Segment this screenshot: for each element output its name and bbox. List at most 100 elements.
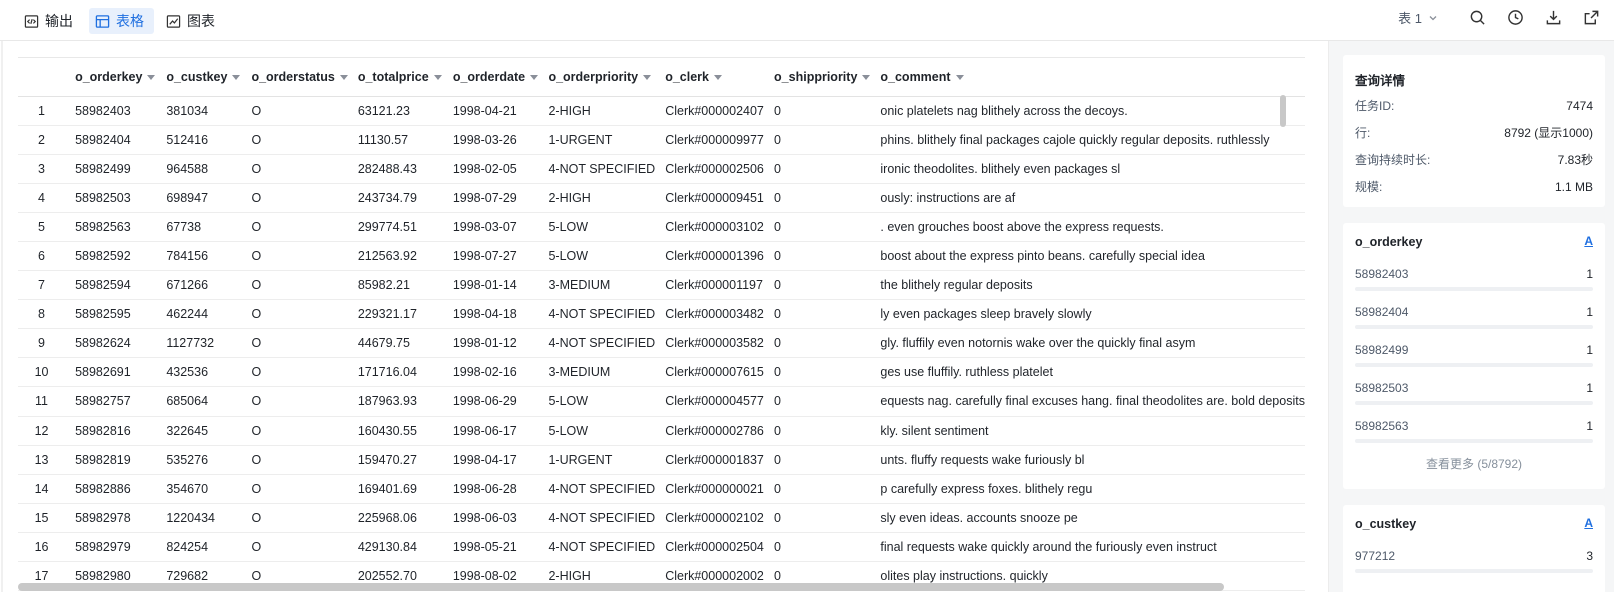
cell-o_orderdate: 1998-06-29 (442, 386, 539, 417)
cell-o_orderstatus: O (241, 183, 348, 213)
value-label: 58982403 (1355, 267, 1409, 281)
horizontal-scrollbar[interactable] (18, 583, 1224, 591)
cell-o_comment: unts. fluffy requests wake furiously bl (870, 445, 1305, 475)
table-row[interactable]: 8 58982595 462244 O 229321.17 1998-04-18 4-NOT… (18, 299, 1305, 330)
cell-o_orderkey: 58982978 (65, 503, 157, 533)
table-row[interactable]: 3 58982499 964588 O 282488.43 1998-02-05 4-NOT… (18, 154, 1305, 184)
table-row[interactable]: 11 58982757 685064 O 187963.93 1998-06-29 5-LO… (18, 386, 1305, 417)
cell-o_shippriority: 0 (764, 445, 871, 475)
sort-dropdown-icon[interactable] (433, 74, 442, 80)
cell-o_orderkey: 58982563 (65, 212, 157, 242)
value-frequency-row[interactable]: 58982503 1 (1343, 373, 1605, 411)
table-row[interactable]: 16 58982979 824254 O 429130.84 1998-05-21 4-NO… (18, 532, 1305, 563)
value-frequency-row[interactable]: 58982499 1 (1343, 335, 1605, 373)
cell-o_comment: onic platelets nag blithely across the d… (870, 96, 1305, 126)
sort-dropdown-icon[interactable] (339, 74, 348, 80)
cell-o_shippriority: 0 (764, 328, 871, 359)
table-row[interactable]: 12 58982816 322645 O 160430.55 1998-06-17 5-LO… (18, 416, 1305, 446)
column-stats-title: o_custkey (1355, 517, 1417, 531)
table-row[interactable]: 4 58982503 698947 O 243734.79 1998-07-29 2-HIG… (18, 183, 1305, 213)
column-header-o_comment[interactable]: o_comment (870, 58, 1305, 97)
column-header-o_orderpriority[interactable]: o_orderpriority (538, 58, 656, 97)
cell-o_orderkey: 58982886 (65, 474, 157, 504)
cell-o_comment: . even grouches boost above the express … (870, 212, 1305, 242)
column-header-o_custkey[interactable]: o_custkey (156, 58, 242, 97)
cell-o_shippriority: 0 (764, 212, 871, 242)
cell-o_orderpriority: 1-URGENT (538, 125, 656, 155)
share-icon[interactable] (1582, 9, 1600, 27)
table-row[interactable]: 2 58982404 512416 O 11130.57 1998-03-26 1-URGE… (18, 125, 1305, 155)
sort-dropdown-icon[interactable] (232, 74, 241, 80)
cell-o_custkey: 354670 (156, 474, 242, 504)
detail-row: 规模: 1.1 MB (1343, 173, 1605, 200)
cell-o_clerk: Clerk#000003102 (655, 212, 765, 242)
table-row[interactable]: 9 58982624 1127732 O 44679.75 1998-01-12 4-NOT… (18, 328, 1305, 359)
detail-row: 任务ID: 7474 (1343, 92, 1605, 119)
tab-table[interactable]: 表格 (89, 8, 154, 34)
value-frequency-row[interactable]: 58982404 1 (1343, 297, 1605, 335)
cell-o_orderpriority: 4-NOT SPECIFIED (538, 328, 656, 359)
value-label: 977212 (1355, 549, 1396, 563)
sort-alpha-button[interactable]: A (1584, 516, 1593, 530)
cell-o_orderstatus: O (241, 270, 348, 301)
cell-o_custkey: 67738 (156, 212, 242, 242)
toolbar: 输出 表格 图表 表 1 (0, 0, 1614, 41)
table-row[interactable]: 5 58982563 67738 O 299774.51 1998-03-07 5-LOW C… (18, 212, 1305, 242)
table-icon (95, 14, 110, 28)
table-row[interactable]: 1 58982403 381034 O 63121.23 1998-04-21 2-HIGH… (18, 96, 1305, 126)
cell-o_clerk: Clerk#000001197 (655, 270, 765, 301)
value-frequency-row[interactable]: 58982403 1 (1343, 259, 1605, 297)
cell-o_clerk: Clerk#000003482 (655, 299, 765, 330)
cell-o_orderpriority: 2-HIGH (538, 96, 656, 126)
cell-o_shippriority: 0 (764, 241, 871, 272)
download-icon[interactable] (1544, 9, 1562, 27)
table-row[interactable]: 6 58982592 784156 O 212563.92 1998-07-27 5-LOW… (18, 241, 1305, 272)
sort-alpha-button[interactable]: A (1584, 234, 1593, 248)
column-header-o_orderdate[interactable]: o_orderdate (442, 58, 539, 97)
column-header-o_totalprice[interactable]: o_totalprice (347, 58, 443, 97)
column-header-o_orderkey[interactable]: o_orderkey (65, 58, 157, 97)
cell-o_comment: gly. fluffily even notornis wake over th… (870, 328, 1305, 359)
sort-dropdown-icon[interactable] (955, 74, 964, 80)
row-index: 3 (18, 154, 66, 184)
cell-o_clerk: Clerk#000002407 (655, 96, 765, 126)
cell-o_shippriority: 0 (764, 416, 871, 446)
table-row[interactable]: 15 58982978 1220434 O 225968.06 1998-06-03 4-N… (18, 503, 1305, 533)
cell-o_orderstatus: O (241, 154, 348, 184)
search-icon[interactable] (1468, 9, 1486, 27)
cell-o_orderdate: 1998-06-03 (442, 503, 539, 533)
row-index: 6 (18, 241, 66, 272)
value-frequency-row[interactable]: 58982563 1 (1343, 411, 1605, 449)
cell-o_clerk: Clerk#000009451 (655, 183, 765, 213)
table-select[interactable]: 表 1 (1398, 8, 1438, 27)
cell-o_orderstatus: O (241, 474, 348, 504)
table-row[interactable]: 14 58982886 354670 O 169401.69 1998-06-28 4-NO… (18, 474, 1305, 504)
column-header-o_clerk[interactable]: o_clerk (655, 58, 765, 97)
sort-dropdown-icon[interactable] (643, 74, 652, 80)
cell-o_custkey: 1220434 (156, 503, 242, 533)
column-header-o_orderstatus[interactable]: o_orderstatus (241, 58, 348, 97)
history-icon[interactable] (1506, 9, 1524, 27)
table-row[interactable]: 7 58982594 671266 O 85982.21 1998-01-14 3-MEDI… (18, 270, 1305, 301)
cell-o_shippriority: 0 (764, 270, 871, 301)
column-header-o_shippriority[interactable]: o_shippriority (764, 58, 871, 97)
cell-o_custkey: 322645 (156, 416, 242, 446)
vertical-scrollbar[interactable] (1280, 95, 1286, 127)
sort-dropdown-icon[interactable] (862, 74, 871, 80)
cell-o_custkey: 462244 (156, 299, 242, 330)
tab-chart[interactable]: 图表 (160, 8, 225, 34)
sort-dropdown-icon[interactable] (530, 74, 539, 80)
view-more-link[interactable]: 查看更多 (5/8792) (1343, 455, 1605, 472)
column-header-label: o_clerk (665, 69, 709, 84)
tab-output[interactable]: 输出 (18, 8, 83, 34)
value-count: 1 (1586, 305, 1593, 319)
cell-o_shippriority: 0 (764, 125, 871, 155)
value-frequency-row[interactable]: 977212 3 (1343, 541, 1605, 579)
cell-o_orderstatus: O (241, 357, 348, 388)
table-row[interactable]: 10 58982691 432536 O 171716.04 1998-02-16 3-ME… (18, 357, 1305, 388)
sort-dropdown-icon[interactable] (713, 74, 722, 80)
cell-o_custkey: 671266 (156, 270, 242, 301)
cell-o_custkey: 964588 (156, 154, 242, 184)
sort-dropdown-icon[interactable] (147, 74, 156, 80)
table-row[interactable]: 13 58982819 535276 O 159470.27 1998-04-17 1-UR… (18, 445, 1305, 475)
